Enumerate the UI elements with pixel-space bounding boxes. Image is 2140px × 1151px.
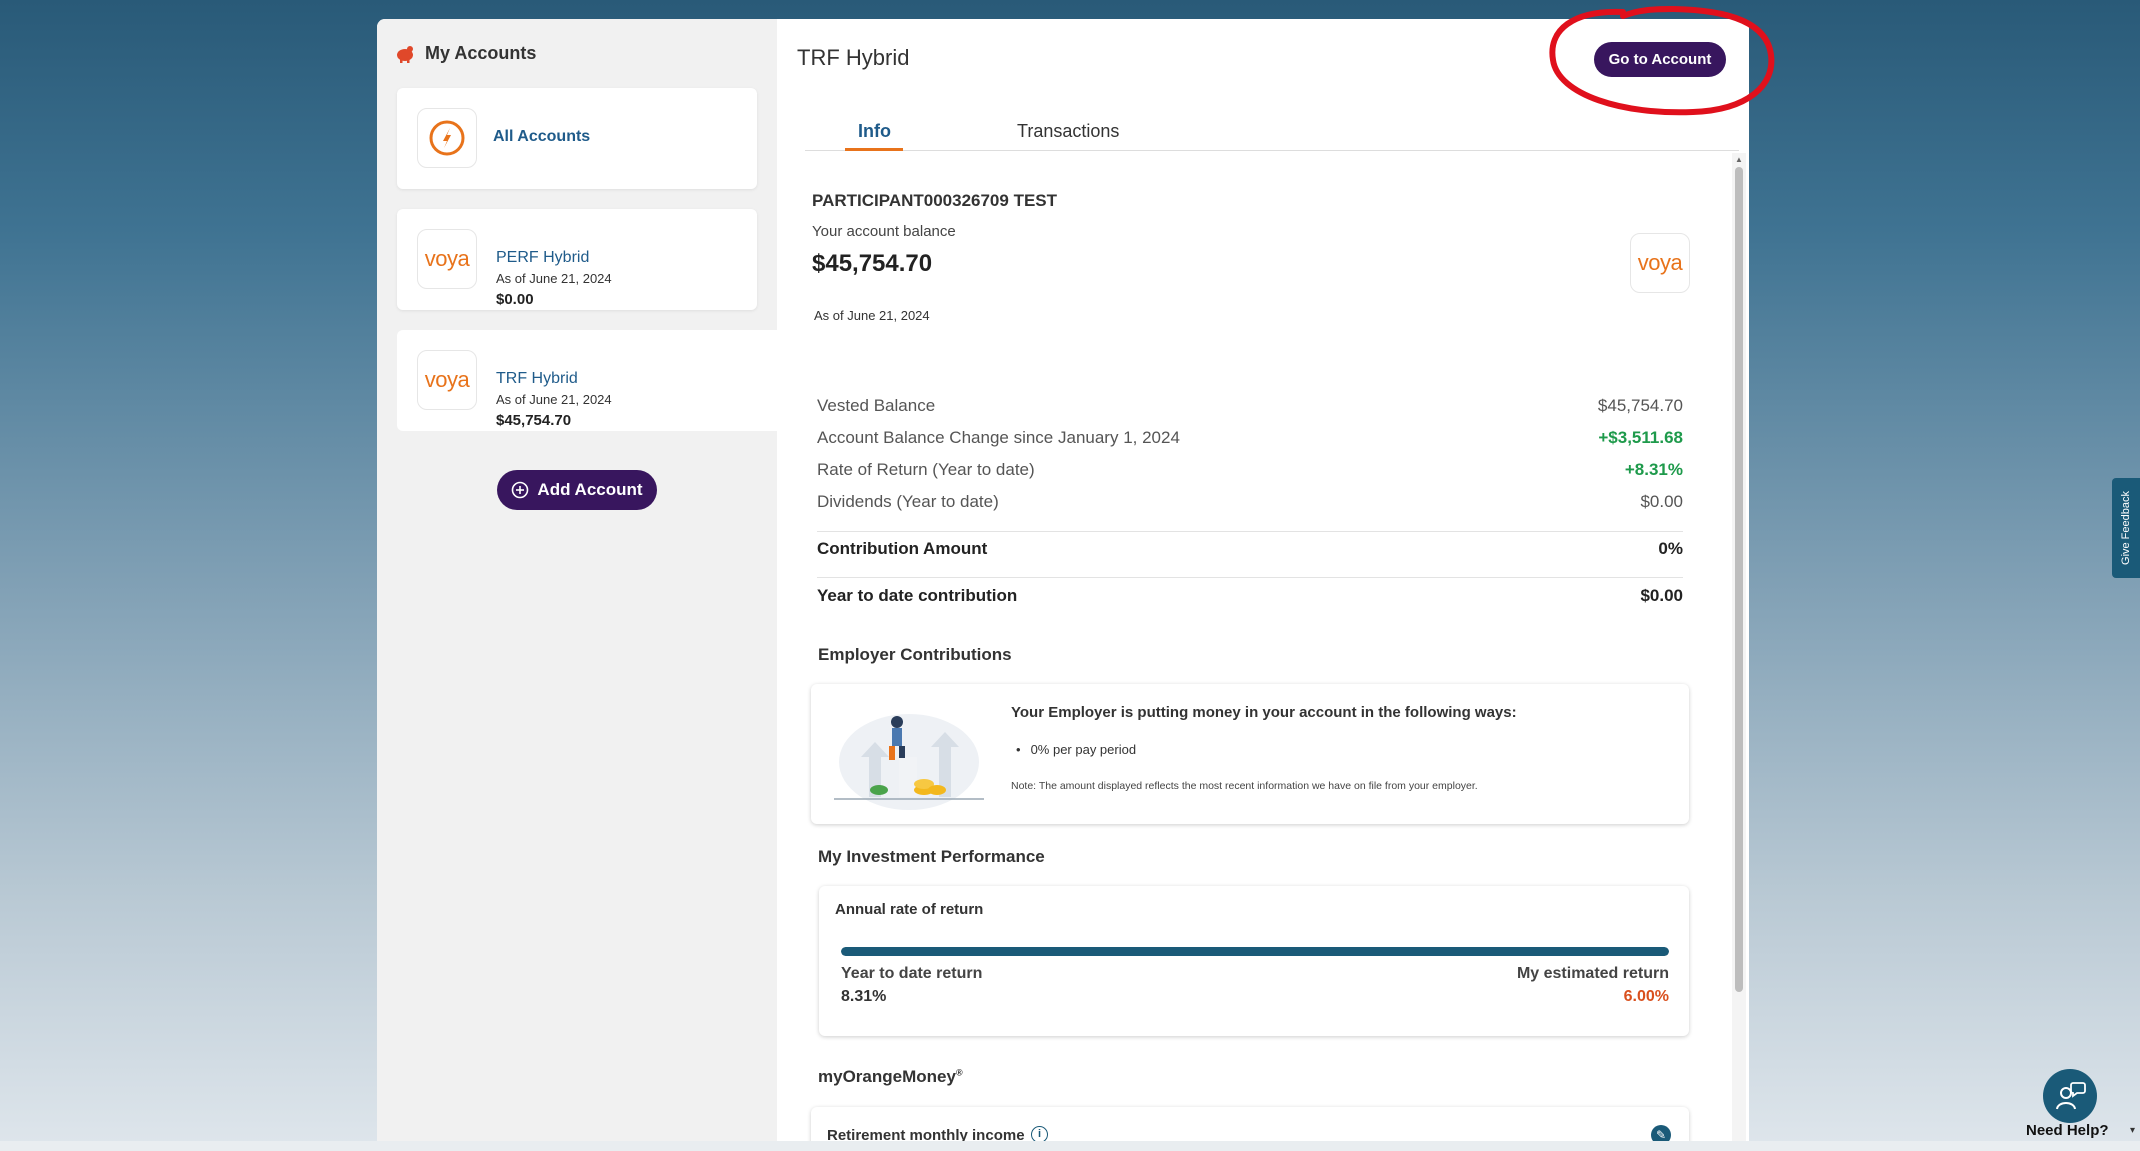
retirement-income-label: Retirement monthly income (827, 1127, 1025, 1141)
estimated-return-value: 6.00% (1623, 988, 1669, 1005)
all-accounts-link[interactable]: All Accounts (493, 128, 590, 146)
balance-amount: $45,754.70 (812, 250, 933, 277)
employer-note: Note: The amount displayed reflects the … (1011, 780, 1478, 792)
retirement-income-card[interactable]: Retirement monthly income i ✎ (811, 1107, 1689, 1141)
row-label: Vested Balance (817, 396, 936, 415)
participant-name: PARTICIPANT000326709 TEST (812, 191, 1058, 210)
bullet-dot: • (1016, 742, 1021, 757)
add-account-button[interactable]: Add Account (497, 470, 657, 510)
edit-pencil-icon[interactable]: ✎ (1651, 1125, 1671, 1141)
all-accounts-card[interactable]: All Accounts (397, 88, 757, 189)
need-help-label[interactable]: Need Help? (2026, 1122, 2109, 1139)
orange-money-heading: myOrangeMoney® (818, 1067, 963, 1086)
row-label: Year to date contribution (817, 586, 1018, 605)
feedback-label: Give Feedback (2120, 491, 2133, 565)
accounts-sidebar: My Accounts All Accounts voya PERF Hybri… (377, 19, 777, 1141)
row-value: +8.31% (1624, 460, 1683, 479)
need-help-button[interactable] (2043, 1069, 2097, 1123)
voya-logo: voya (417, 350, 477, 410)
ytd-return-value: 8.31% (841, 988, 887, 1005)
account-card-perf[interactable]: voya PERF Hybrid As of June 21, 2024 $0.… (397, 209, 757, 310)
row-value: $45,754.70 (1597, 396, 1683, 415)
chat-person-icon (2056, 1082, 2086, 1110)
tab-bar: Info Transactions (805, 105, 1739, 151)
go-to-account-button[interactable]: Go to Account (1594, 42, 1726, 77)
employer-bullet: • 0% per pay period (1016, 742, 1136, 757)
row-value: 0% (1658, 539, 1683, 558)
growth-illustration (834, 714, 984, 810)
info-icon[interactable]: i (1031, 1126, 1048, 1141)
row-value: $0.00 (1640, 492, 1683, 511)
row-label: Account Balance Change since January 1, … (817, 428, 1180, 447)
divider (817, 531, 1683, 532)
plus-circle-icon (512, 481, 529, 499)
content-scrollbar[interactable]: ▲ (1732, 153, 1746, 1141)
compass-icon (417, 108, 477, 168)
annual-return-title: Annual rate of return (835, 901, 984, 918)
sidebar-title: My Accounts (425, 43, 537, 63)
detail-row: Rate of Return (Year to date) +8.31% (817, 454, 1683, 486)
scroll-up-arrow-icon[interactable]: ▲ (1735, 155, 1743, 164)
account-detail-panel: TRF Hybrid Go to Account Info Transactio… (777, 19, 1749, 1141)
employer-contributions-card: Your Employer is putting money in your a… (811, 684, 1689, 824)
account-amount: $45,754.70 (496, 412, 572, 429)
tab-transactions[interactable]: Transactions (1017, 121, 1119, 142)
estimated-return-label: My estimated return (1516, 965, 1669, 982)
info-content: PARTICIPANT000326709 TEST Your account b… (805, 153, 1717, 1141)
return-progress-fill (841, 947, 1669, 956)
page-title: TRF Hybrid (797, 45, 910, 70)
sidebar-header: My Accounts (395, 43, 536, 64)
investment-performance-heading: My Investment Performance (818, 847, 1045, 866)
ytd-contribution-row: Year to date contribution $0.00 (817, 580, 1683, 612)
voya-logo: voya (1630, 233, 1690, 293)
divider (817, 577, 1683, 578)
voya-logo: voya (417, 229, 477, 289)
row-label: Dividends (Year to date) (817, 492, 999, 511)
add-account-label: Add Account (537, 480, 643, 499)
row-value: +$3,511.68 (1598, 428, 1683, 447)
return-progress-bar (841, 947, 1669, 956)
employer-contributions-heading: Employer Contributions (818, 645, 1012, 664)
tab-info[interactable]: Info (858, 121, 891, 142)
balance-label: Your account balance (812, 223, 956, 240)
active-tab-indicator (845, 148, 903, 151)
account-as-of: As of June 21, 2024 (496, 392, 612, 407)
account-name: PERF Hybrid (496, 249, 590, 266)
account-name: TRF Hybrid (496, 370, 578, 387)
scrollbar-thumb[interactable] (1735, 167, 1743, 992)
bullet-text: 0% per pay period (1030, 742, 1137, 757)
account-card-trf[interactable]: voya TRF Hybrid As of June 21, 2024 $45,… (397, 330, 777, 431)
row-label: Rate of Return (Year to date) (817, 460, 1035, 479)
piggy-bank-icon (397, 45, 413, 63)
app-window: My Accounts All Accounts voya PERF Hybri… (377, 19, 1749, 1141)
detail-row: Vested Balance $45,754.70 (817, 390, 1683, 422)
give-feedback-tab[interactable]: Give Feedback (2112, 478, 2140, 578)
employer-title: Your Employer is putting money in your a… (1011, 704, 1517, 721)
account-amount: $0.00 (496, 291, 534, 308)
chevron-down-icon[interactable]: ▾ (2130, 1125, 2135, 1136)
detail-row: Account Balance Change since January 1, … (817, 422, 1683, 454)
balance-as-of: As of June 21, 2024 (814, 308, 930, 323)
detail-row: Dividends (Year to date) $0.00 (817, 486, 1683, 518)
bottom-strip (0, 1141, 2140, 1151)
investment-performance-card: Annual rate of return Year to date retur… (819, 886, 1689, 1036)
row-value: $0.00 (1640, 586, 1683, 605)
account-as-of: As of June 21, 2024 (496, 271, 612, 286)
ytd-return-label: Year to date return (841, 965, 983, 982)
contribution-amount-row: Contribution Amount 0% (817, 533, 1683, 565)
row-label: Contribution Amount (817, 539, 988, 558)
